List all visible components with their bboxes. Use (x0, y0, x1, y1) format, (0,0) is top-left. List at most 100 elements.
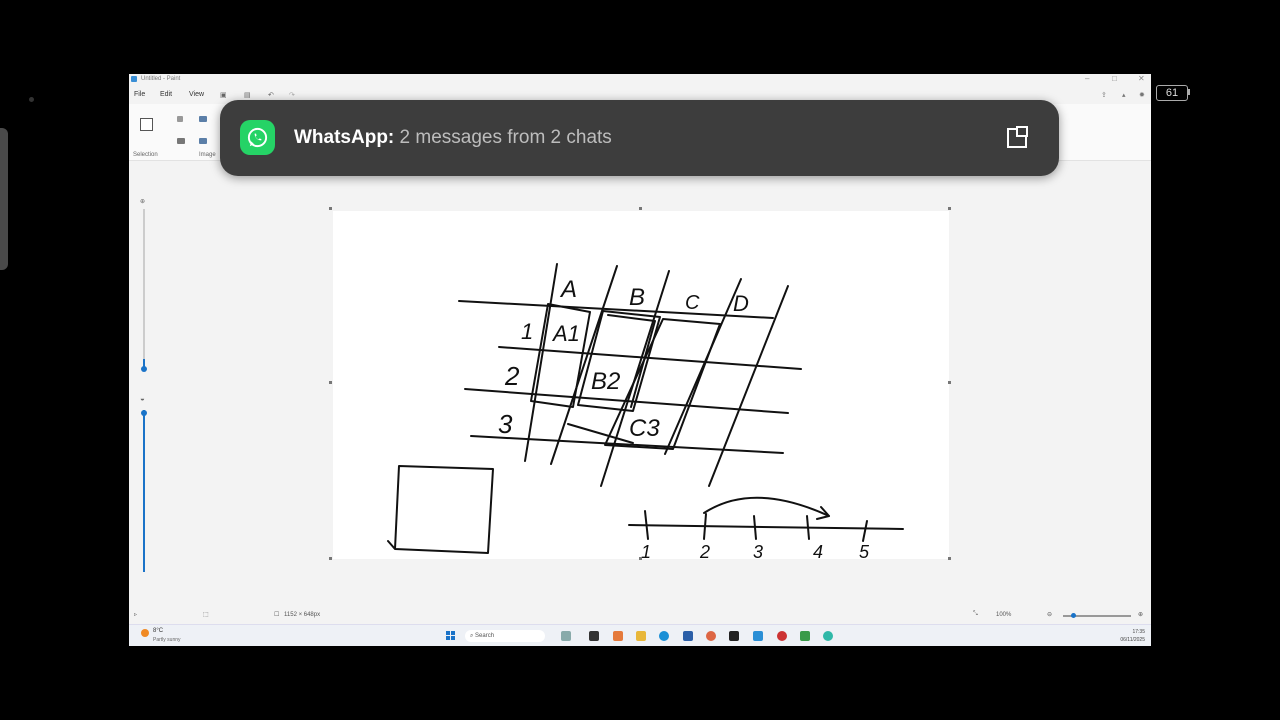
resize-handle-r[interactable] (948, 381, 951, 384)
menu-view[interactable]: View (189, 91, 204, 98)
app-icon-red[interactable] (777, 631, 787, 641)
sketch: A B C D 1 2 3 A1 B2 C3 1 2 3 4 5 (387, 263, 904, 562)
notification-text: WhatsApp: 2 messages from 2 chats (294, 127, 612, 149)
cursor-icon: ▹ (134, 612, 138, 618)
search-icon: ⌕ (470, 633, 474, 639)
file-explorer-icon[interactable] (636, 631, 646, 641)
system-clock[interactable]: 17:35 06/11/2025 (1109, 628, 1145, 644)
battery-tip (1188, 89, 1190, 95)
row-label-1: 1 (521, 319, 533, 344)
zoom-in-icon[interactable]: ⊕ (1138, 611, 1143, 618)
resize-handle-t[interactable] (639, 207, 642, 210)
minimize-icon[interactable]: – (1085, 74, 1089, 83)
resize-handle-bl[interactable] (329, 557, 332, 560)
image-icon[interactable] (177, 138, 185, 144)
opacity-slider[interactable] (143, 410, 145, 572)
redo-icon[interactable]: ↷ (289, 91, 295, 99)
cell-label-a1: A1 (551, 321, 580, 346)
number-label-5: 5 (859, 542, 870, 559)
notification-message: 2 messages from 2 chats (399, 127, 612, 148)
edge-icon[interactable] (659, 631, 669, 641)
share-icon[interactable]: ⇪ (1101, 91, 1107, 99)
resize-handle-l[interactable] (329, 381, 332, 384)
resize-handle-b[interactable] (639, 557, 642, 560)
weather-description: Partly sunny (153, 637, 181, 643)
cell-b2-outline (577, 310, 661, 412)
selection-label: Selection (133, 152, 158, 158)
rotate-icon[interactable] (199, 138, 207, 144)
fit-icon[interactable]: ⤡ (973, 611, 978, 618)
terminal-icon[interactable] (729, 631, 739, 641)
weather-temperature: 8°C (153, 628, 164, 634)
cell-label-b2: B2 (591, 368, 620, 395)
resize-icon[interactable] (199, 116, 207, 122)
excel-icon[interactable] (800, 631, 810, 641)
number-label-2: 2 (699, 542, 710, 559)
undo-icon[interactable]: ↶ (268, 91, 274, 99)
clock-time: 17:35 (1132, 629, 1145, 635)
search-placeholder: Search (475, 633, 495, 639)
store-icon[interactable] (683, 631, 693, 641)
row-label-2: 2 (504, 361, 520, 391)
number-label-3: 3 (753, 542, 763, 559)
notification-icon[interactable]: ▴ (1122, 91, 1126, 99)
row-label-3: 3 (498, 409, 513, 439)
task-view-icon[interactable] (561, 631, 571, 641)
menu-edit[interactable]: Edit (160, 91, 172, 98)
clock-date: 06/11/2025 (1120, 637, 1145, 643)
arrow-line (567, 423, 634, 444)
open-in-popup-icon[interactable] (1006, 125, 1030, 149)
zoom-level[interactable]: 100% (996, 612, 1011, 618)
tick-2 (703, 513, 707, 540)
selection-tool[interactable] (140, 118, 153, 131)
jump-arc (703, 496, 830, 517)
canvas-size-icon: ☐ (274, 612, 280, 618)
cell-c3-outline (604, 318, 721, 450)
brush-size-slider[interactable] (143, 209, 145, 369)
window-title: Untitled - Paint (141, 76, 181, 82)
notification-app-name: WhatsApp: (294, 127, 395, 148)
start-icon[interactable] (446, 631, 456, 641)
menu-file[interactable]: File (134, 91, 145, 98)
status-bar: ▹ ⬚ ☐ 1152 × 648px ⤡ 100% ⊖ ⊕ (129, 608, 1151, 622)
paint-app-icon (131, 76, 137, 82)
grid-line-h4 (470, 435, 784, 454)
crop-icon[interactable] (177, 116, 183, 122)
tick-5 (862, 520, 868, 542)
copilot-icon[interactable] (613, 631, 623, 641)
status-dot (29, 97, 34, 102)
taskbar: 8°C Partly sunny ⌕ Search 17:35 06/11/20… (129, 624, 1151, 646)
zoom-slider-icon: ⊕ (140, 199, 146, 205)
zoom-out-icon[interactable]: ⊖ (1047, 611, 1052, 618)
maximize-icon[interactable]: □ (1112, 74, 1117, 83)
whatsapp-notification[interactable]: WhatsApp: 2 messages from 2 chats (220, 100, 1059, 176)
cell-label-c3: C3 (629, 415, 660, 442)
resize-handle-tr[interactable] (948, 207, 951, 210)
taskbar-search[interactable]: ⌕ Search (465, 630, 545, 642)
brush-size-knob[interactable] (141, 366, 147, 372)
zoom-knob[interactable] (1071, 613, 1076, 618)
weather-icon[interactable] (141, 629, 149, 637)
column-label-a: A (559, 276, 577, 303)
opacity-icon: ◒ (140, 394, 145, 403)
number-line (628, 524, 904, 530)
close-icon[interactable]: ✕ (1138, 74, 1145, 83)
save-icon[interactable]: ▣ (220, 91, 227, 99)
paint-taskbar-icon[interactable] (753, 631, 763, 641)
column-label-d: D (733, 291, 749, 316)
whatsapp-icon (240, 120, 275, 155)
app-icon-teal[interactable] (823, 631, 833, 641)
square-sketch (387, 465, 494, 554)
selection-size-icon: ⬚ (203, 612, 209, 618)
opacity-knob[interactable] (141, 410, 147, 416)
widgets-icon[interactable] (589, 631, 599, 641)
drawing-canvas[interactable]: A B C D 1 2 3 A1 B2 C3 1 2 3 4 5 (333, 211, 949, 562)
chrome-icon[interactable] (706, 631, 716, 641)
save-as-icon[interactable]: ▤ (244, 91, 251, 99)
edge-panel-handle[interactable] (0, 128, 8, 270)
column-label-c: C (685, 292, 700, 314)
resize-handle-tl[interactable] (329, 207, 332, 210)
settings-icon[interactable]: ✹ (1139, 91, 1145, 99)
canvas-size: 1152 × 648px (284, 612, 321, 618)
resize-handle-br[interactable] (948, 557, 951, 560)
